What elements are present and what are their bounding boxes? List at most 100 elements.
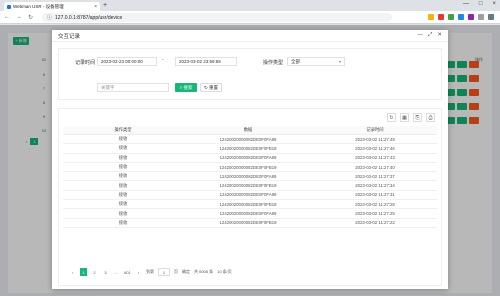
refresh-icon: ↻ xyxy=(203,84,208,90)
goto-page-input[interactable]: 1 xyxy=(158,268,170,276)
table-row: 接收 12420020000082DE0F0FB19 2023-03-02 11:2… xyxy=(63,181,437,191)
cell-time: 2023-03-02 11:27:28 xyxy=(355,201,395,207)
cell-data: 12420020000082DE0F0FA89 xyxy=(219,211,277,217)
type-label: 操作类型 xyxy=(262,60,283,66)
start-time-input[interactable]: 2023-02-23 00:00:00 xyxy=(97,57,157,66)
extension-icon[interactable] xyxy=(448,14,454,20)
cell-data: 12420020000082DE0F0FB19 xyxy=(219,164,277,170)
refresh-icon[interactable]: ↻ xyxy=(387,113,396,122)
page-ellipsis: ... xyxy=(114,269,119,275)
cell-type: 接收 xyxy=(118,219,128,225)
time-label: 记录时间 xyxy=(74,60,95,66)
cell-time: 2023-03-02 11:27:37 xyxy=(355,173,395,179)
tab-close-icon[interactable]: × xyxy=(94,4,97,10)
minimize-icon[interactable]: — xyxy=(463,1,469,7)
star-icon[interactable] xyxy=(428,14,434,20)
cell-type: 接收 xyxy=(118,136,128,142)
new-tab-button[interactable]: + xyxy=(103,2,107,9)
cell-time: 2023-03-02 11:27:22 xyxy=(355,220,395,226)
favicon-icon xyxy=(7,4,11,9)
dialog-minimize-icon[interactable]: — xyxy=(417,32,423,39)
table-toolbar: ↻ ▦ ⎘ ⎙ xyxy=(387,113,435,122)
dialog-controls: — ⤢ ✕ xyxy=(417,32,442,39)
table-row: 接收 12420020000082DE0F0FA89 2023-03-02 11:2… xyxy=(63,172,437,182)
cell-time: 2023-03-02 11:27:31 xyxy=(355,192,395,198)
reset-button[interactable]: ↻ 重置 xyxy=(200,83,222,92)
maximize-icon[interactable]: □ xyxy=(479,1,483,7)
time-separator: - xyxy=(162,57,164,63)
table-row: 接收 12420020000082DE0F0FA89 2023-03-02 11:2… xyxy=(63,209,437,219)
profile-icon[interactable] xyxy=(478,14,484,20)
page-2[interactable]: 2 xyxy=(91,268,98,276)
table-header: 操作类型 数据 记录时间 xyxy=(63,126,437,135)
page-last[interactable]: 601 xyxy=(124,268,131,276)
cell-data: 12420020000082DE0F0FA89 xyxy=(219,173,277,179)
per-page-select[interactable]: 10 条/页 xyxy=(217,269,232,275)
columns-icon[interactable]: ▦ xyxy=(400,113,409,122)
cell-type: 接收 xyxy=(118,145,128,151)
info-icon: ⓘ xyxy=(47,15,53,21)
reload-icon[interactable]: ↻ xyxy=(28,14,33,21)
prev-page-icon[interactable]: ‹ xyxy=(69,268,76,276)
cell-time: 2023-03-02 11:27:34 xyxy=(355,183,395,189)
menu-icon[interactable] xyxy=(488,14,494,20)
table-row: 接收 12420020000082DE0F0FA89 2023-03-02 11:2… xyxy=(63,154,437,163)
goto-confirm-button[interactable]: 确定 xyxy=(182,269,190,275)
cell-type: 接收 xyxy=(118,182,128,188)
cell-time: 2023-03-02 11:27:43 xyxy=(355,155,395,161)
cell-data: 12420020000082DE0F0FA89 xyxy=(219,136,277,142)
print-icon[interactable]: ⎙ xyxy=(426,113,435,122)
chevron-down-icon: ▾ xyxy=(338,59,341,64)
cell-data: 12420020000082DE0F0FA89 xyxy=(219,192,277,198)
table-row: 接收 12420020000082DE0F0FA89 2023-03-02 11:2… xyxy=(63,135,437,145)
header-time: 记录时间 xyxy=(366,127,384,132)
browser-tab[interactable]: Webman USR - 设备管理 × xyxy=(4,2,100,11)
table-row: 接收 12420020000082DE0F0FB19 2023-03-02 11:2… xyxy=(63,200,437,210)
extension-icon[interactable] xyxy=(468,14,474,20)
next-page-icon[interactable]: › xyxy=(135,268,142,276)
tab-title: Webman USR - 设备管理 xyxy=(13,3,64,9)
log-table: 操作类型 数据 记录时间 接收 12420020000082DE0F0FA89 20… xyxy=(63,126,437,228)
search-button[interactable]: ⌕ 搜索 xyxy=(175,83,197,92)
goto-label: 到第 xyxy=(146,269,154,274)
cell-type: 接收 xyxy=(118,173,128,179)
cell-data: 12420020000082DE0F0FA89 xyxy=(219,155,277,161)
window-controls: — □ × xyxy=(463,1,496,7)
page-1[interactable]: 1 xyxy=(80,268,87,276)
cell-type: 接收 xyxy=(118,201,128,207)
extensions-bar xyxy=(428,14,494,20)
search-button-label: 搜索 xyxy=(183,84,193,90)
interaction-log-dialog: 交互记录 — ⤢ ✕ 记录时间 2023-02-23 00:00:00 - 20… xyxy=(52,30,448,289)
cell-type: 接收 xyxy=(118,191,128,197)
cell-data: 12420020000082DE0F0FB19 xyxy=(219,145,277,151)
close-window-icon[interactable]: × xyxy=(492,1,496,7)
end-time-input[interactable]: 2023-03-02 23:59:59 xyxy=(175,57,237,66)
table-row: 接收 12420020000082DE0F0FA89 2023-03-02 11:2… xyxy=(63,191,437,201)
address-bar: ← → ↻ ⓘ 127.0.0.1:8787/app/usr/device xyxy=(0,11,500,24)
back-icon[interactable]: ← xyxy=(4,14,10,20)
table-row: 接收 12420020000082DE0F0FB19 2023-03-02 11:2… xyxy=(63,219,437,228)
dialog-close-icon[interactable]: ✕ xyxy=(437,32,442,39)
page-3[interactable]: 3 xyxy=(102,268,109,276)
url-field[interactable]: ⓘ 127.0.0.1:8787/app/usr/device xyxy=(42,13,392,22)
cell-data: 12420020000082DE0F0FB19 xyxy=(219,220,277,226)
extension-icon[interactable] xyxy=(458,14,464,20)
url-text: 127.0.0.1:8787/app/usr/device xyxy=(55,14,123,21)
log-table-card: ↻ ▦ ⎘ ⎙ 操作类型 数据 记录时间 接收 12420020000082DE0… xyxy=(58,108,442,286)
goto-unit: 页 xyxy=(174,269,178,274)
type-select[interactable]: 全部 ▾ xyxy=(287,57,345,66)
dialog-title: 交互记录 xyxy=(58,33,81,40)
filter-form: 记录时间 2023-02-23 00:00:00 - 2023-03-02 23… xyxy=(58,48,442,100)
type-select-value: 全部 xyxy=(291,58,300,64)
header-data: 数据 xyxy=(243,127,253,132)
keyword-input[interactable]: 关键字 xyxy=(97,83,169,92)
cell-time: 2023-03-02 11:27:40 xyxy=(355,164,395,170)
forward-icon[interactable]: → xyxy=(16,14,22,20)
dialog-header: 交互记录 — ⤢ ✕ xyxy=(52,30,448,42)
dialog-maximize-icon[interactable]: ⤢ xyxy=(428,32,432,39)
cell-time: 2023-03-02 11:27:46 xyxy=(355,145,395,151)
extension-icon[interactable] xyxy=(438,14,444,20)
cell-type: 接收 xyxy=(118,164,128,170)
export-icon[interactable]: ⎘ xyxy=(413,113,422,122)
search-icon: ⌕ xyxy=(179,85,183,90)
